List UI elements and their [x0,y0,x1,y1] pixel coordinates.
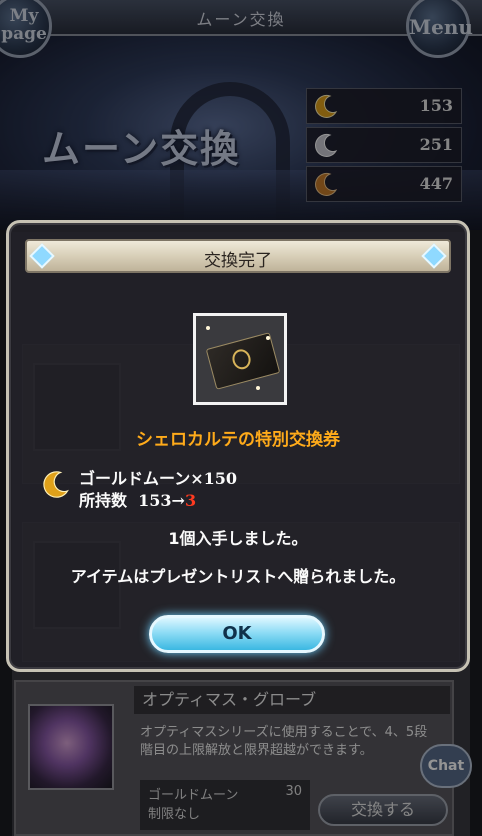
item-image-frame [193,313,287,405]
owned-label: 所持数 [79,491,128,510]
gold-moon-icon [43,471,69,498]
cost-text: ゴールドムーン×150 [79,469,238,488]
owned-after: 3 [184,491,197,510]
sparkle [256,386,260,390]
owned-before: 153→ [138,491,185,510]
dialog-title: 交換完了 [204,251,272,271]
exchange-complete-dialog: 交換完了 シェロカルテの特別交換券 ゴールドムーン×150 所持数 153→3 … [6,220,470,672]
obtained-message: 1個入手しました。 [168,529,308,548]
ok-button[interactable]: OK [149,615,325,653]
owned-count-line: 所持数 153→3 [79,487,196,511]
obtained-item-name: シェロカルテの特別交換券 [136,430,340,450]
sparkle [266,336,270,340]
sparkle [206,326,210,330]
ticket-icon [205,332,281,390]
ticket-emblem [230,347,253,372]
present-list-message: アイテムはプレゼントリストへ贈られました。 [70,567,406,586]
app-root: ムーン交換 My page Menu ムーン交換 153 251 447 オプテ… [0,0,482,836]
dialog-header: 交換完了 [25,239,451,273]
